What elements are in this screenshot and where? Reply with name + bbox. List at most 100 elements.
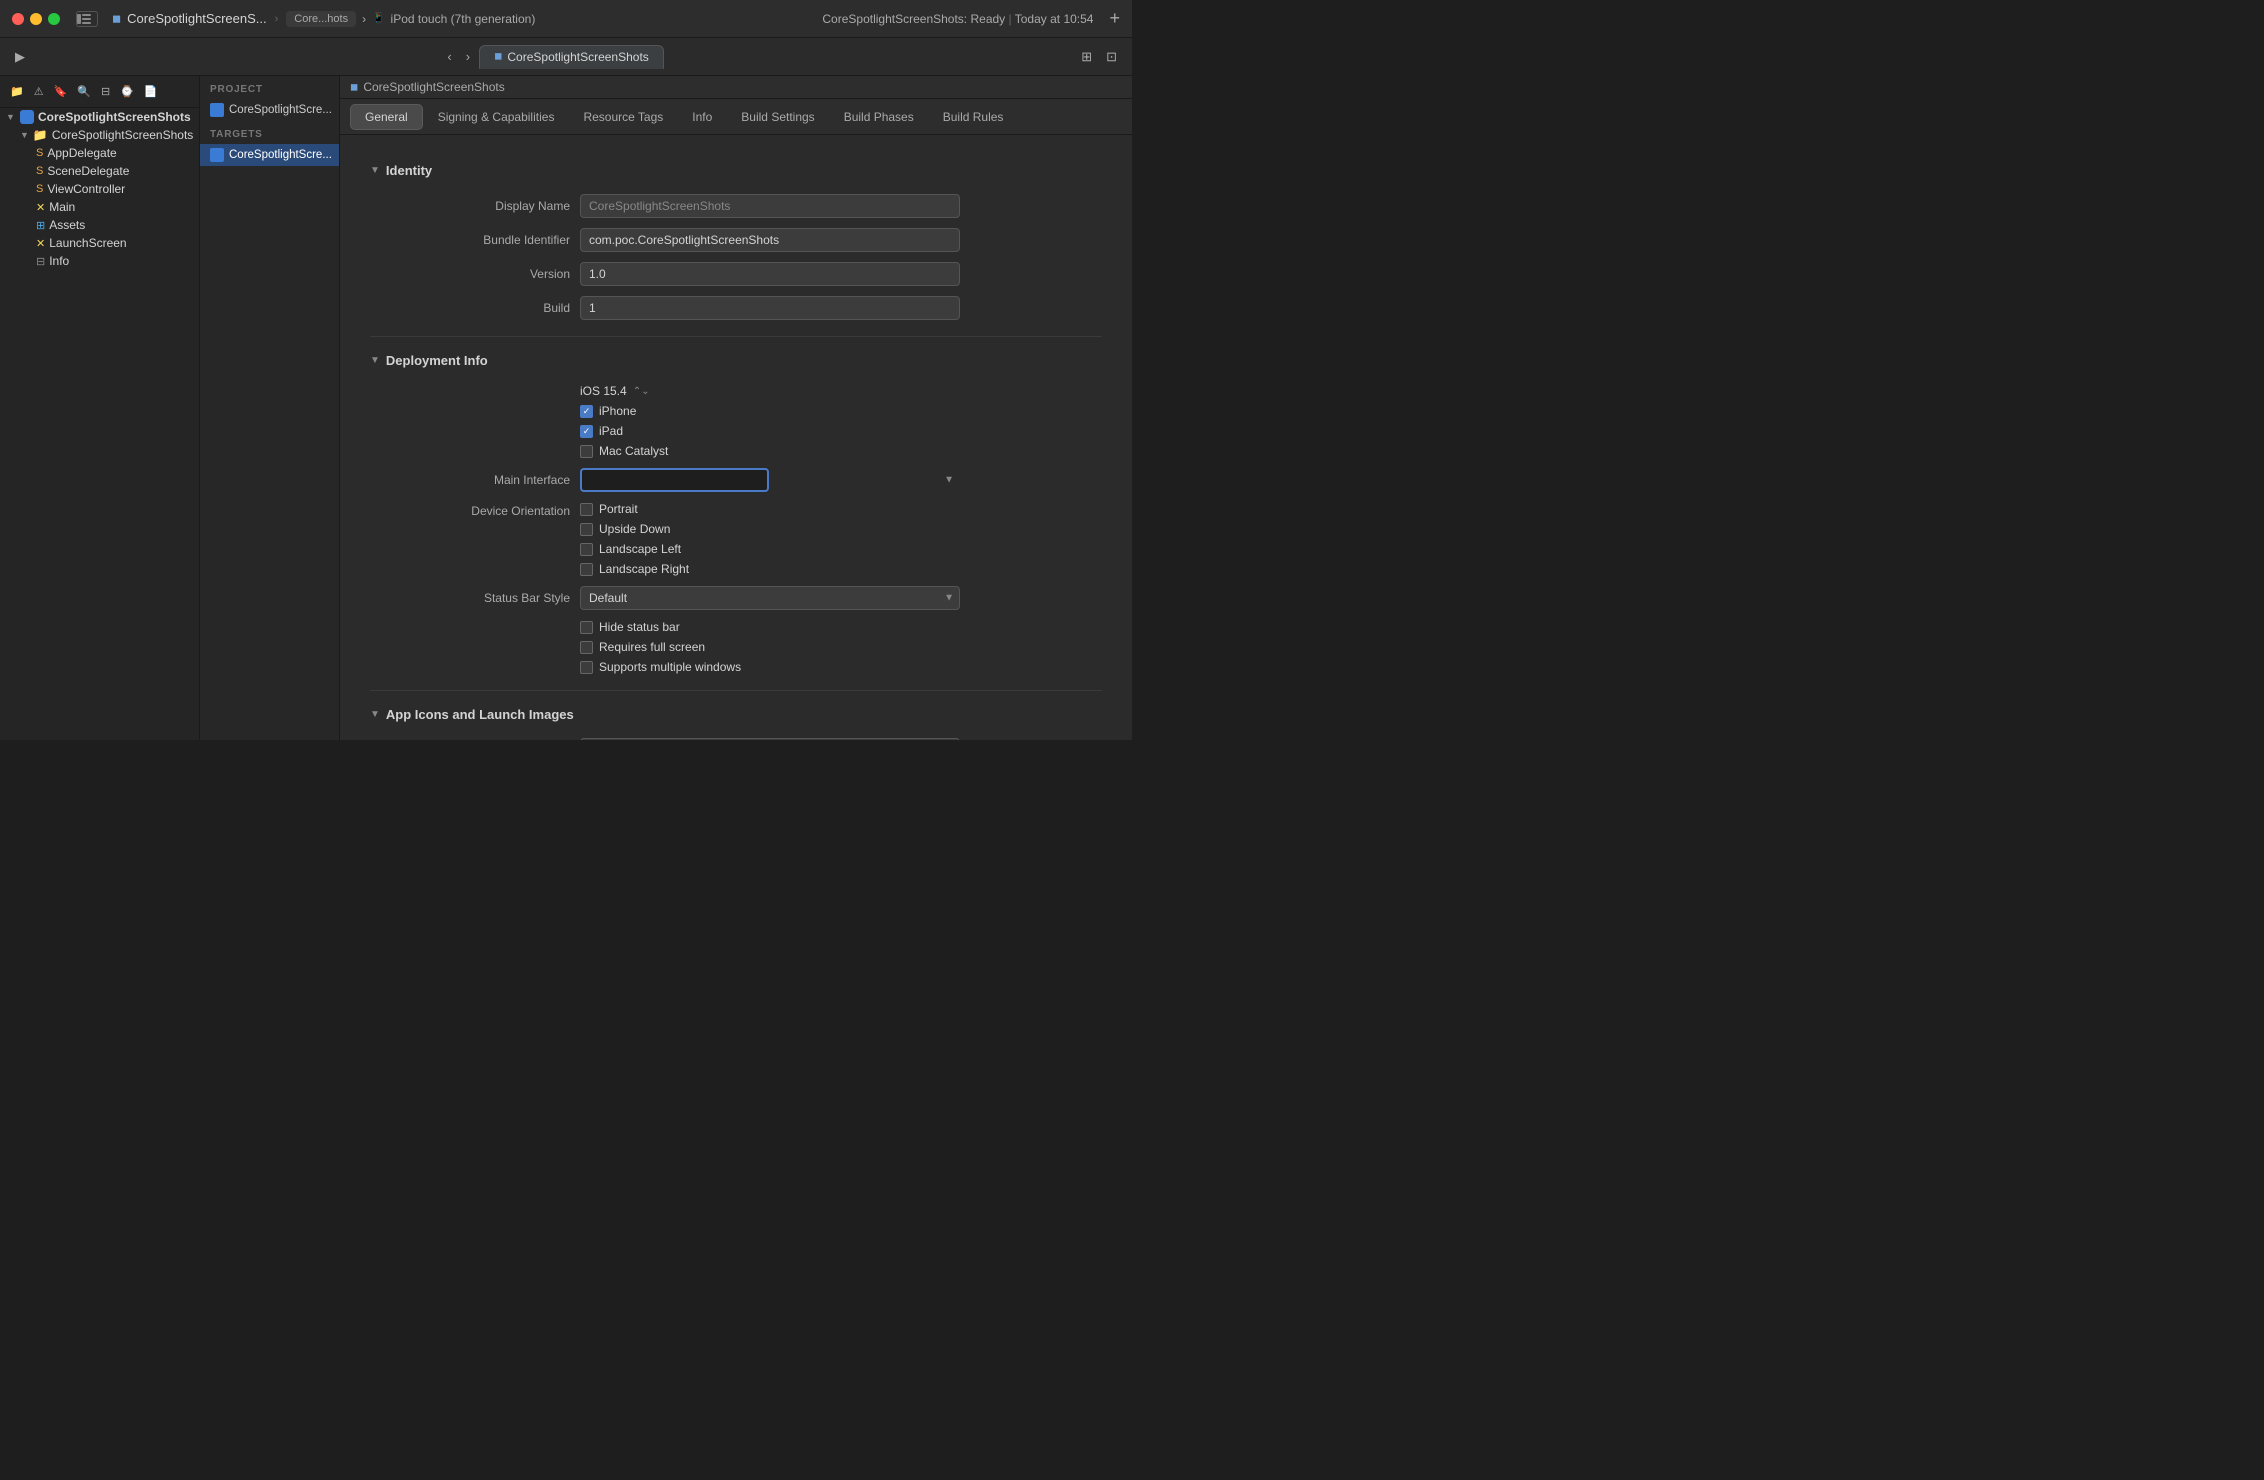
doc-icon-btn[interactable]: 📄 <box>140 83 162 100</box>
breadcrumb-icon: ◼ <box>350 82 358 93</box>
mac-catalyst-checkbox[interactable] <box>580 445 593 458</box>
breadcrumb-text: CoreSpotlightScreenShots <box>363 80 504 94</box>
sidebar-item-main[interactable]: ✕ Main <box>0 198 199 216</box>
traffic-lights <box>12 13 60 25</box>
display-name-input[interactable] <box>580 194 960 218</box>
file-label: Info <box>49 254 69 268</box>
landscape-right-checkbox[interactable] <box>580 563 593 576</box>
upside-down-row[interactable]: Upside Down <box>580 522 689 536</box>
project-item-label: CoreSpotlightScre... <box>229 104 332 116</box>
main-interface-arrow: ▼ <box>944 475 954 486</box>
forward-button[interactable]: › <box>461 46 475 67</box>
deployment-collapse[interactable]: ▼ <box>370 355 380 366</box>
identity-section-header: ▼ Identity <box>370 163 1102 178</box>
sidebar-item-appdelegate[interactable]: S AppDelegate <box>0 144 199 162</box>
tab-resource-tags[interactable]: Resource Tags <box>569 105 677 129</box>
search-icon-btn[interactable]: 🔍 <box>73 83 95 100</box>
back-button[interactable]: ‹ <box>442 46 456 67</box>
landscape-left-row[interactable]: Landscape Left <box>580 542 689 556</box>
supports-multiple-windows-checkbox[interactable] <box>580 661 593 674</box>
ipad-checkbox[interactable] <box>580 425 593 438</box>
folder-icon-btn[interactable]: 📁 <box>6 83 28 100</box>
requires-full-screen-checkbox[interactable] <box>580 641 593 654</box>
run-button[interactable]: ▶ <box>10 46 30 68</box>
tab-build-rules[interactable]: Build Rules <box>929 105 1018 129</box>
folder-icon: 📁 <box>33 128 48 142</box>
portrait-label: Portrait <box>599 502 638 516</box>
file-label: LaunchScreen <box>49 236 126 250</box>
upside-down-checkbox[interactable] <box>580 523 593 536</box>
deployment-section-header: ▼ Deployment Info <box>370 353 1102 368</box>
bundle-id-row: Bundle Identifier <box>370 228 1102 252</box>
file-label: SceneDelegate <box>47 164 129 178</box>
portrait-row[interactable]: Portrait <box>580 502 689 516</box>
version-input[interactable] <box>580 262 960 286</box>
history-icon-btn[interactable]: ⌚ <box>116 83 138 100</box>
ipad-checkbox-row[interactable]: iPad <box>580 424 668 438</box>
sidebar-item-launchscreen[interactable]: ✕ LaunchScreen <box>0 234 199 252</box>
main-interface-input[interactable] <box>580 468 769 492</box>
build-input[interactable] <box>580 296 960 320</box>
project-item-icon <box>210 103 224 117</box>
tab-general[interactable]: General <box>350 104 423 130</box>
inspector-button[interactable]: ⊡ <box>1101 46 1122 68</box>
sidebar-item-info[interactable]: ⊟ Info <box>0 252 199 270</box>
layout-button[interactable]: ⊞ <box>1076 46 1097 68</box>
sidebar-item-assets[interactable]: ⊞ Assets <box>0 216 199 234</box>
tab-build-phases[interactable]: Build Phases <box>830 105 928 129</box>
iphone-checkbox-row[interactable]: iPhone <box>580 404 668 418</box>
tab-signing[interactable]: Signing & Capabilities <box>424 105 569 129</box>
iphone-checkbox[interactable] <box>580 405 593 418</box>
portrait-checkbox[interactable] <box>580 503 593 516</box>
add-button[interactable]: + <box>1109 8 1120 29</box>
sidebar-group[interactable]: ▼ 📁 CoreSpotlightScreenShots <box>0 126 199 144</box>
landscape-left-checkbox[interactable] <box>580 543 593 556</box>
hide-status-bar-checkbox[interactable] <box>580 621 593 634</box>
tab-build-settings[interactable]: Build Settings <box>727 105 828 129</box>
display-name-label: Display Name <box>370 199 570 213</box>
bookmark-icon-btn[interactable]: 🔖 <box>50 83 72 100</box>
hide-status-bar-row[interactable]: Hide status bar <box>580 620 741 634</box>
sidebar-item-scenedelegate[interactable]: S SceneDelegate <box>0 162 199 180</box>
sidebar-toolbar: 📁 ⚠ 🔖 🔍 ⊟ ⌚ 📄 <box>0 76 199 108</box>
separator-1 <box>370 336 1102 337</box>
landscape-left-label: Landscape Left <box>599 542 681 556</box>
status-bar-checkboxes: Hide status bar Requires full screen Sup… <box>580 620 741 674</box>
landscape-right-row[interactable]: Landscape Right <box>580 562 689 576</box>
tab-info[interactable]: Info <box>678 105 726 129</box>
minimize-button[interactable] <box>30 13 42 25</box>
filter-icon-btn[interactable]: ⊟ <box>97 83 114 100</box>
supports-multiple-windows-row[interactable]: Supports multiple windows <box>580 660 741 674</box>
status-bar-style-row: Status Bar Style Default Light Content D… <box>370 586 1102 610</box>
fullscreen-button[interactable] <box>48 13 60 25</box>
root-label: CoreSpotlightScreenShots <box>38 110 191 124</box>
app-icons-collapse[interactable]: ▼ <box>370 709 380 720</box>
swift-icon: S <box>36 183 43 195</box>
version-stepper[interactable]: ⌃⌄ <box>633 386 650 397</box>
storyboard-icon: ✕ <box>36 237 45 250</box>
file-label: Main <box>49 200 75 214</box>
target-item-icon <box>210 148 224 162</box>
mac-catalyst-checkbox-row[interactable]: Mac Catalyst <box>580 444 668 458</box>
main-interface-row: Main Interface ▼ <box>370 468 1102 492</box>
active-tab[interactable]: ◼ CoreSpotlightScreenShots <box>479 45 664 69</box>
identity-collapse[interactable]: ▼ <box>370 165 380 176</box>
status-bar-style-select[interactable]: Default Light Content Dark Content <box>580 586 960 610</box>
sidebar-item-viewcontroller[interactable]: S ViewController <box>0 180 199 198</box>
target-item[interactable]: CoreSpotlightScre... <box>200 144 339 166</box>
requires-full-screen-row[interactable]: Requires full screen <box>580 640 741 654</box>
close-button[interactable] <box>12 13 24 25</box>
sidebar-root[interactable]: ▼ CoreSpotlightScreenShots <box>0 108 199 126</box>
app-icons-source-select[interactable]: AppIcon <box>580 738 960 740</box>
bundle-id-label: Bundle Identifier <box>370 233 570 247</box>
project-item[interactable]: CoreSpotlightScre... <box>200 99 339 121</box>
status-bar-flags-row: Hide status bar Requires full screen Sup… <box>370 620 1102 674</box>
build-label: Build <box>370 301 570 315</box>
editor-panel: ◼ CoreSpotlightScreenShots General Signi… <box>340 76 1132 740</box>
sidebar-toggle[interactable] <box>76 11 98 27</box>
warning-icon-btn[interactable]: ⚠ <box>30 83 48 100</box>
bundle-id-input[interactable] <box>580 228 960 252</box>
upside-down-label: Upside Down <box>599 522 670 536</box>
swift-icon: S <box>36 165 43 177</box>
separator-2 <box>370 690 1102 691</box>
